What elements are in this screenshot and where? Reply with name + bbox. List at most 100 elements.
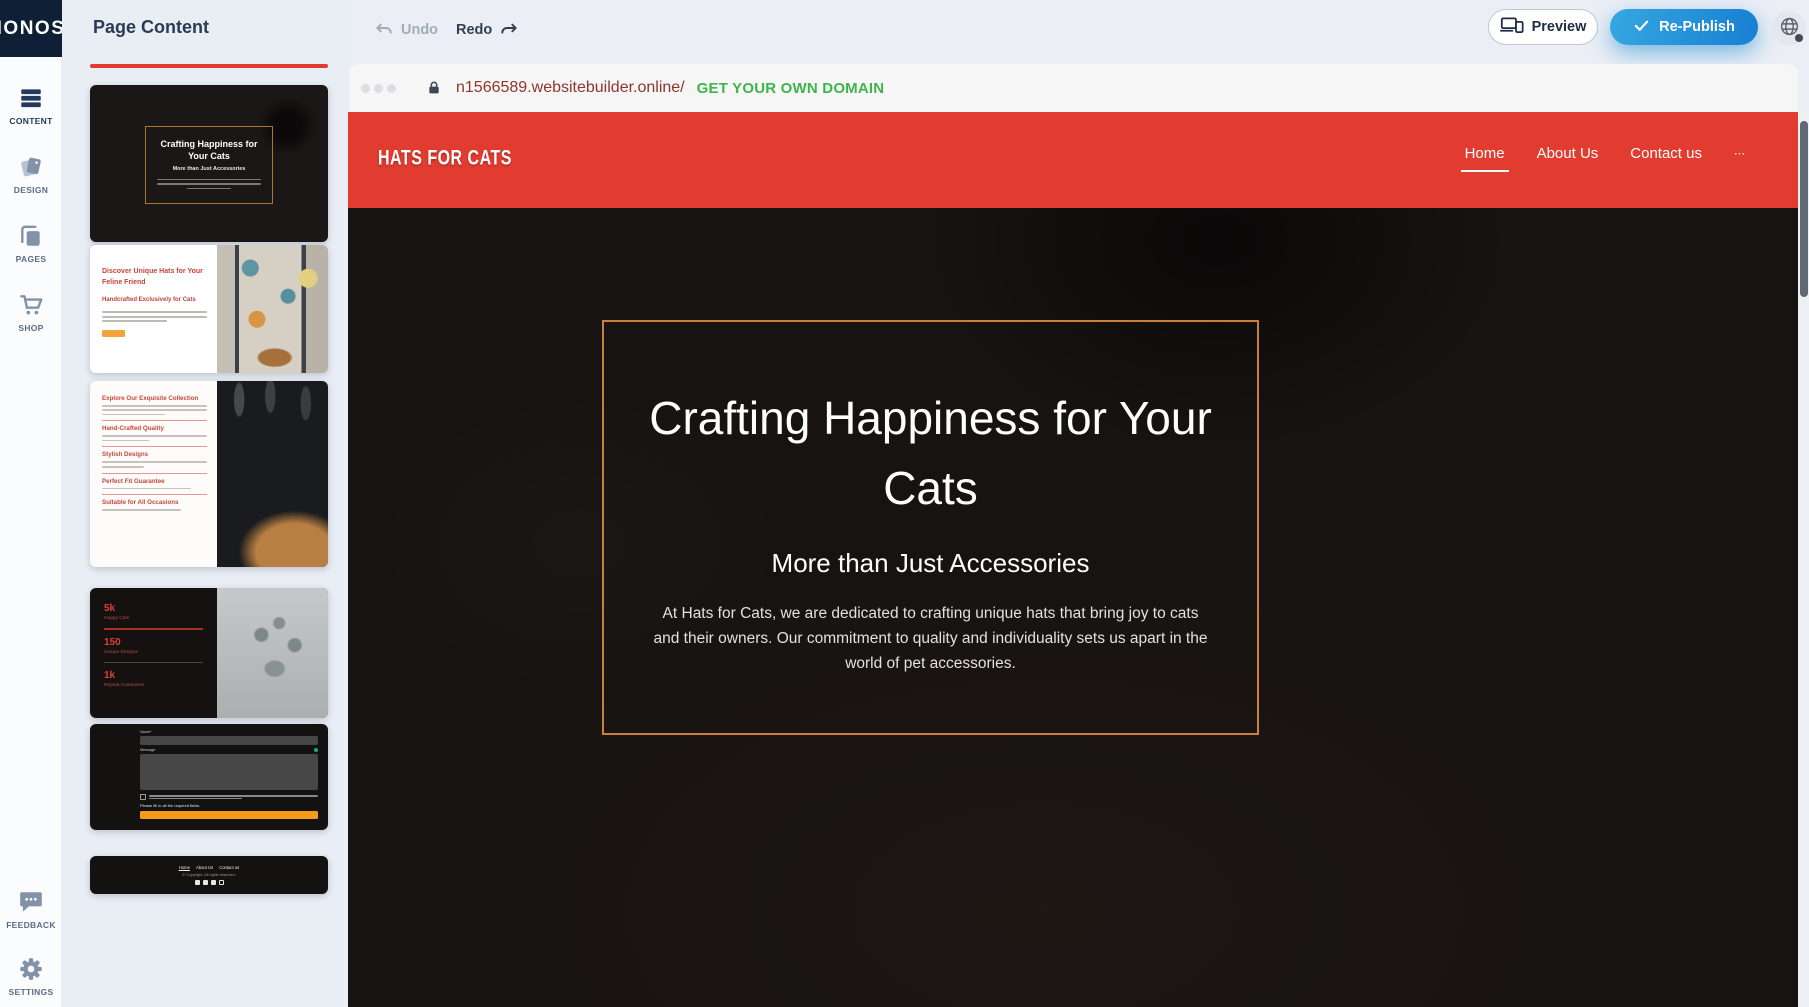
undo-icon (374, 19, 394, 41)
thumb-intro-text: Discover Unique Hats for Your Feline Fri… (90, 245, 217, 373)
rail-item-label: FEEDBACK (6, 920, 56, 930)
thumb-stats-list: 5k Happy Cats 150 Unique Designs 1k Repe… (90, 588, 217, 718)
thumb-footer-copyright: © Copyright. All rights reserved. (182, 873, 235, 877)
thumb-form-consent-row (140, 794, 318, 800)
lock-icon (426, 80, 442, 96)
ionos-logo-text: IONOS (0, 18, 62, 40)
redo-button[interactable]: Redo (456, 19, 519, 41)
globe-badge-dot (1794, 33, 1804, 43)
thumb-feature-heading: Hand-Crafted Quality (102, 425, 207, 432)
section-thumb-features[interactable]: Explore Our Exquisite Collection Hand-Cr… (90, 381, 328, 567)
site-nav-more[interactable]: ⋯ (1734, 147, 1746, 160)
thumb-hero-subtitle: More than Just Accessories (173, 166, 246, 172)
rail-item-design[interactable]: DESIGN (0, 154, 62, 195)
app-window: IONOS CONTENT DESIGN PAGES (0, 0, 1809, 1007)
thumb-form-send-button (140, 811, 318, 819)
thumb-form-name-label: Name* (140, 730, 318, 734)
site-hero-section: Crafting Happiness for Your Cats More th… (348, 208, 1798, 1007)
hero-title[interactable]: Crafting Happiness for Your Cats (641, 384, 1221, 524)
preview-button[interactable]: Preview (1488, 9, 1598, 45)
thumb-feature-heading: Stylish Designs (102, 451, 207, 458)
site-nav-home[interactable]: Home (1465, 145, 1505, 162)
rail-item-label: SHOP (18, 323, 43, 333)
thumb-intro-heading: Discover Unique Hats for Your Feline Fri… (102, 267, 207, 288)
rail-item-feedback[interactable]: FEEDBACK (0, 889, 62, 930)
preview-browser-bar: n1566589.websitebuilder.online/ GET YOUR… (349, 64, 1798, 112)
devices-icon (1500, 16, 1524, 38)
site-url: n1566589.websitebuilder.online/ (456, 79, 685, 97)
site-header: HATS FOR CATS Home About Us Contact us ⋯ (348, 112, 1798, 208)
thumb-cat-fur-photo (217, 381, 328, 567)
thumb-stat-value: 5k (104, 603, 203, 614)
thumb-intro-cta-button (102, 330, 125, 337)
thumb-feature-heading: Suitable for All Occasions (102, 499, 207, 506)
section-thumbnail-list: Crafting Happiness for Your Cats More th… (90, 85, 328, 894)
thumb-hero-selection-frame: Crafting Happiness for Your Cats More th… (145, 126, 273, 204)
thumb-stat-value: 1k (104, 670, 203, 681)
thumb-features-list: Explore Our Exquisite Collection Hand-Cr… (90, 381, 217, 567)
gear-icon (18, 956, 44, 982)
section-thumb-footer[interactable]: Home About Us Contact us © Copyright. Al… (90, 856, 328, 894)
site-brand-logo[interactable]: HATS FOR CATS (378, 147, 512, 171)
rail-item-shop[interactable]: SHOP (0, 292, 62, 333)
thumb-form: Name* Message Please fill in all the req… (140, 730, 318, 819)
hero-selected-block[interactable]: Crafting Happiness for Your Cats More th… (602, 320, 1259, 735)
section-thumb-stats[interactable]: 5k Happy Cats 150 Unique Designs 1k Repe… (90, 588, 328, 718)
feedback-icon (18, 889, 44, 915)
rail-item-label: PAGES (16, 254, 47, 264)
section-thumb-contact-form[interactable]: Name* Message Please fill in all the req… (90, 724, 328, 830)
get-domain-link[interactable]: GET YOUR OWN DOMAIN (697, 80, 885, 97)
thumb-intro-subheading: Handcrafted Exclusively for Cats (102, 297, 207, 303)
rail-item-content[interactable]: CONTENT (0, 85, 62, 126)
hero-subtitle[interactable]: More than Just Accessories (604, 548, 1257, 579)
site-nav: Home About Us Contact us ⋯ (1465, 145, 1746, 162)
left-rail: IONOS CONTENT DESIGN PAGES (0, 0, 62, 1007)
rail-item-settings[interactable]: SETTINGS (0, 956, 62, 997)
thumb-form-name-input (140, 736, 318, 745)
content-icon (18, 85, 44, 111)
thumb-stat-value: 150 (104, 637, 203, 648)
thumb-hero-bodylines (157, 177, 261, 191)
ionos-logo[interactable]: IONOS (0, 0, 62, 57)
section-insert-divider (90, 64, 328, 68)
browser-traffic-dots (361, 84, 396, 93)
preview-scrollbar-track (1798, 112, 1809, 1007)
hero-body-text[interactable]: At Hats for Cats, we are dedicated to cr… (651, 601, 1211, 676)
thumb-form-checkbox (140, 794, 146, 800)
section-thumb-hero[interactable]: Crafting Happiness for Your Cats More th… (90, 85, 328, 242)
site-nav-contact[interactable]: Contact us (1630, 145, 1702, 162)
language-globe-button[interactable] (1772, 11, 1806, 45)
rail-nav: CONTENT DESIGN PAGES SHOP (0, 85, 62, 333)
thumb-form-message-area (140, 754, 318, 790)
thumb-street-cat-photo (217, 245, 328, 373)
thumb-form-validation-text: Please fill in all the required fields (140, 803, 318, 808)
section-thumb-intro[interactable]: Discover Unique Hats for Your Feline Fri… (90, 245, 328, 373)
thumb-footer-links: Home About Us Contact us (179, 865, 239, 870)
thumb-hero-title: Crafting Happiness for Your Cats (150, 139, 268, 162)
shop-cart-icon (18, 292, 44, 318)
redo-icon (499, 19, 519, 41)
undo-button[interactable]: Undo (374, 19, 438, 41)
rail-item-label: SETTINGS (9, 987, 54, 997)
republish-label: Re-Publish (1659, 19, 1735, 35)
thumb-stat-label: Repeat Customers (104, 683, 203, 688)
thumb-paw-print-photo (217, 588, 328, 718)
preview-label: Preview (1532, 19, 1587, 35)
builder-main: Undo Redo Preview Re-Publish (348, 0, 1809, 1007)
thumb-form-emoji-icon (314, 748, 318, 752)
panel-title: Page Content (93, 17, 209, 38)
rail-item-pages[interactable]: PAGES (0, 223, 62, 264)
thumb-feature-heading: Perfect Fit Guarantee (102, 478, 207, 485)
republish-button[interactable]: Re-Publish (1610, 9, 1758, 45)
rail-item-label: CONTENT (9, 116, 52, 126)
thumb-footer-social-icons (195, 880, 224, 885)
thumb-stat-label: Unique Designs (104, 650, 203, 655)
thumb-intro-bodylines (102, 311, 207, 322)
pages-icon (18, 223, 44, 249)
check-icon (1633, 17, 1650, 38)
redo-label: Redo (456, 22, 492, 38)
undo-label: Undo (401, 22, 438, 38)
thumb-feature-heading: Explore Our Exquisite Collection (102, 395, 207, 402)
preview-scrollbar-thumb[interactable] (1800, 121, 1808, 297)
site-nav-about[interactable]: About Us (1537, 145, 1599, 162)
